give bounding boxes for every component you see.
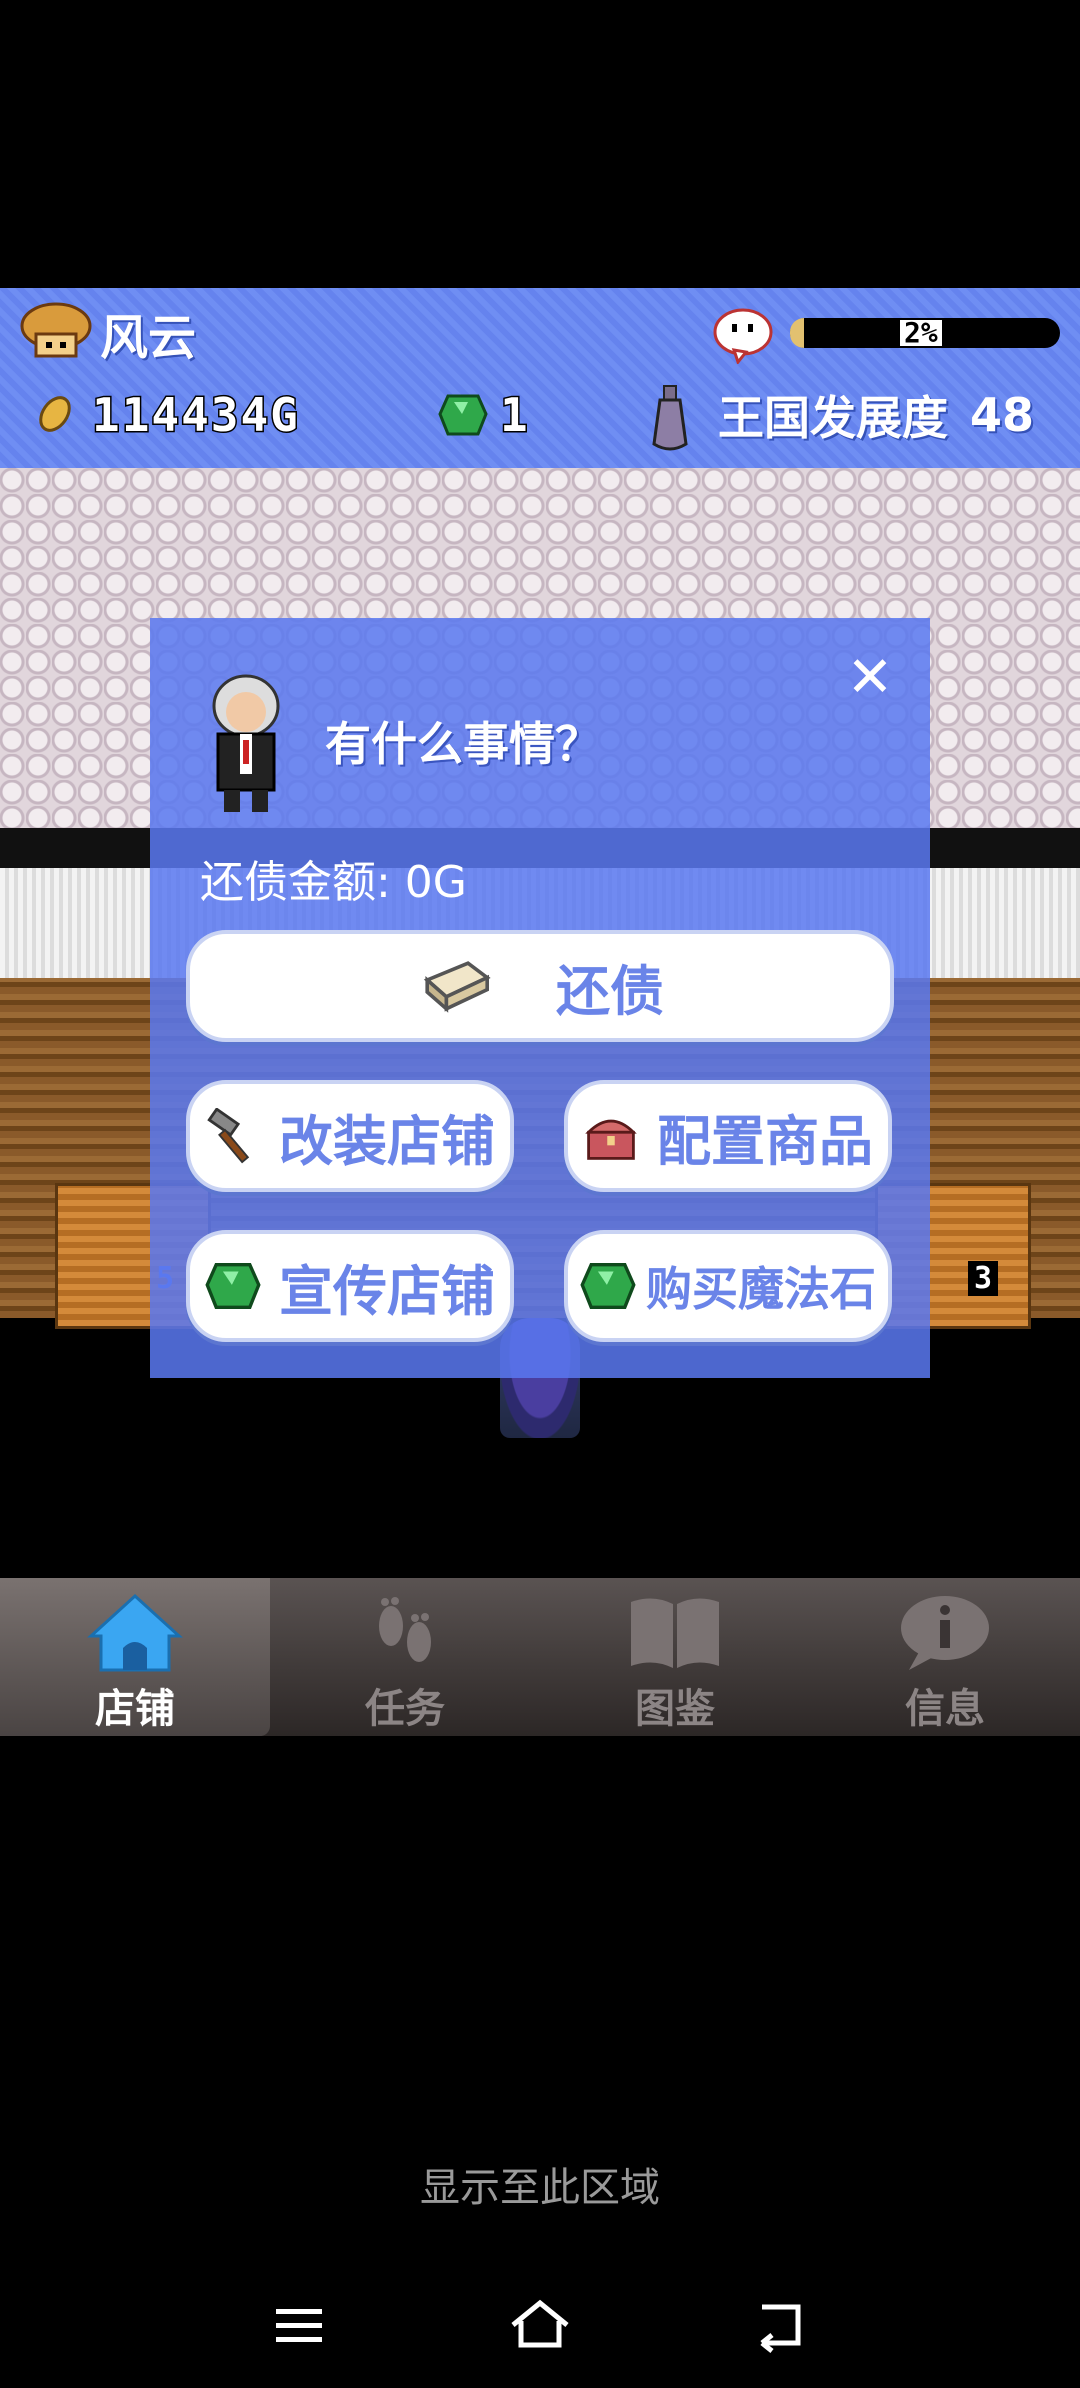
progress-bar: 2%: [790, 318, 1060, 348]
promote-shop-label: 宣传店铺: [279, 1259, 495, 1323]
kingdom-label: 王国发展度: [718, 391, 948, 445]
player-name: 风云: [100, 310, 197, 366]
kingdom-level: 48: [970, 388, 1035, 442]
tab-shop[interactable]: 店铺: [0, 1578, 270, 1736]
cash-bundle-icon: [423, 961, 491, 1013]
renovate-shop-label: 改装店铺: [279, 1109, 495, 1173]
tab-shop-label: 店铺: [95, 1686, 175, 1732]
tab-quests-label: 任务: [365, 1686, 445, 1732]
gold-amount: 114434G: [91, 387, 300, 444]
info-bubble-icon: [901, 1596, 989, 1670]
bottle-icon: [652, 385, 688, 451]
renovate-shop-button[interactable]: 改装店铺: [186, 1080, 514, 1192]
speech-bubble-icon[interactable]: [712, 308, 774, 364]
home-icon[interactable]: [505, 2295, 575, 2355]
treasure-chest-icon: [585, 1119, 637, 1160]
arrange-goods-button[interactable]: 配置商品: [564, 1080, 892, 1192]
debt-amount-label: 还债金额: 0G: [200, 857, 467, 908]
table-right-number: 3: [968, 1261, 999, 1296]
shop-dialog: ✕ 有什么事情？ 还债金额: 0G 还债 改装店铺 配置商品 宣传店铺 购买魔法…: [150, 618, 930, 1378]
gold-coin-icon: [39, 396, 71, 432]
green-gem-icon: [438, 394, 488, 436]
arrange-goods-label: 配置商品: [657, 1109, 873, 1173]
buy-magic-stone-button[interactable]: 购买魔法石: [564, 1230, 892, 1342]
menu-icon[interactable]: [264, 2295, 334, 2355]
tab-quests[interactable]: 任务: [270, 1578, 540, 1736]
hud-bar: 风云 2% 114434G 1 王国发展度 48: [0, 288, 1080, 468]
tab-info[interactable]: 信息: [810, 1578, 1080, 1736]
shop-house-icon: [87, 1593, 183, 1672]
repay-debt-label: 还债: [556, 959, 664, 1023]
green-gem-icon: [205, 1263, 261, 1309]
close-icon[interactable]: ✕: [840, 648, 900, 708]
green-gem-icon: [580, 1263, 636, 1309]
dialog-question: 有什么事情？: [325, 717, 601, 771]
tab-info-label: 信息: [905, 1686, 985, 1732]
straw-hat-icon[interactable]: [18, 298, 94, 360]
old-man-npc-icon: [212, 674, 280, 812]
book-icon: [631, 1598, 719, 1668]
buy-magic-stone-label: 购买魔法石: [646, 1262, 876, 1316]
repay-debt-button[interactable]: 还债: [186, 930, 894, 1042]
progress-text: 2%: [900, 319, 942, 347]
back-icon[interactable]: [746, 2295, 816, 2355]
tab-encyclopedia[interactable]: 图鉴: [540, 1578, 810, 1736]
game-screen: 风云 2% 114434G 1 王国发展度 48 3 ✕ 有什么事情？ 还债金额…: [0, 288, 1080, 1736]
hammer-icon: [207, 1108, 250, 1164]
gem-count: 1: [499, 387, 530, 444]
promote-shop-button[interactable]: 宣传店铺: [186, 1230, 514, 1342]
footprints-icon: [379, 1597, 431, 1662]
display-area-label: 显示至此区域: [420, 2165, 660, 2211]
system-nav-bar: [0, 2270, 1080, 2380]
progress-fill: [790, 318, 804, 348]
tab-encyclopedia-label: 图鉴: [635, 1686, 715, 1732]
bottom-tab-bar: 店铺 任务 图鉴 信息: [0, 1578, 1080, 1736]
